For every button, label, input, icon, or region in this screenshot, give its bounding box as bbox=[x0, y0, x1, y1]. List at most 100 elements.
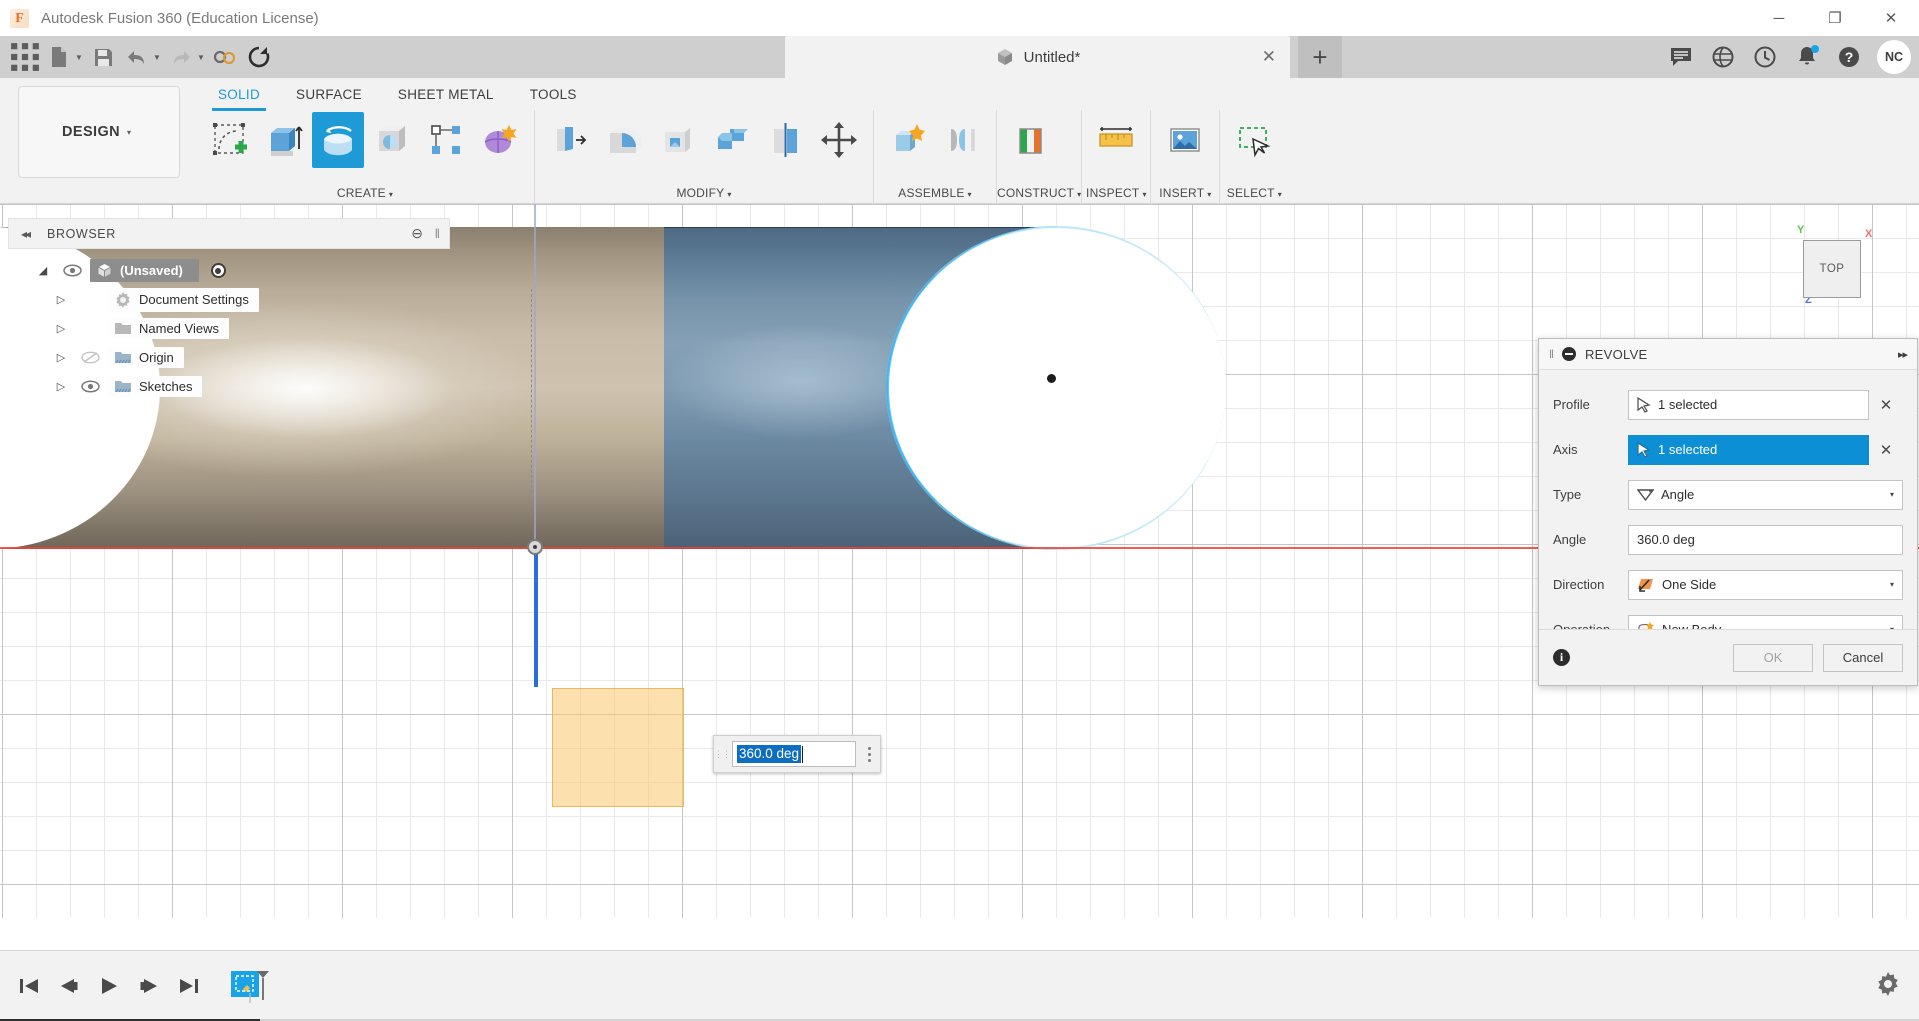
angle-field[interactable]: 360.0 deg bbox=[1628, 524, 1903, 555]
tree-node-origin[interactable]: ▷ Origin bbox=[50, 343, 259, 372]
expand-arrow-icon[interactable]: ◢ bbox=[32, 264, 54, 277]
origin-point[interactable] bbox=[527, 539, 543, 555]
tree-node-unsaved[interactable]: ◢ (Unsaved) bbox=[32, 256, 259, 285]
revolve-dialog-titlebar[interactable]: ‖ REVOLVE ▸▸ bbox=[1539, 339, 1917, 370]
maximize-button[interactable]: ❐ bbox=[1807, 0, 1863, 36]
angle-input[interactable]: 360.0 deg bbox=[732, 741, 856, 767]
undo-caret-icon[interactable]: ▼ bbox=[150, 53, 164, 62]
undo-icon[interactable] bbox=[120, 40, 154, 74]
select-tool[interactable] bbox=[1228, 112, 1280, 168]
step-forward-icon[interactable] bbox=[132, 969, 166, 1003]
play-icon[interactable] bbox=[92, 969, 126, 1003]
view-cube-face-top[interactable]: TOP bbox=[1803, 240, 1861, 298]
revolve-dialog[interactable]: ‖ REVOLVE ▸▸ Profile 1 selected ✕ Axis 1… bbox=[1538, 338, 1918, 686]
tab-surface[interactable]: SURFACE bbox=[278, 82, 380, 111]
new-file-icon[interactable] bbox=[42, 40, 76, 74]
panel-label-construct[interactable]: CONSTRUCT ▾ bbox=[997, 186, 1081, 204]
expand-arrow-icon[interactable]: ▷ bbox=[50, 293, 72, 306]
recent-icon[interactable] bbox=[1745, 37, 1785, 77]
split-face-tool[interactable] bbox=[759, 112, 811, 168]
notifications-icon[interactable] bbox=[1787, 37, 1827, 77]
measure-tool[interactable] bbox=[1090, 112, 1142, 168]
revolve-tool[interactable] bbox=[312, 112, 364, 168]
help-icon[interactable]: ? bbox=[1829, 37, 1869, 77]
type-dropdown[interactable]: Angle ▾ bbox=[1628, 479, 1903, 510]
move-copy-tool[interactable] bbox=[813, 112, 865, 168]
fillet-tool[interactable] bbox=[597, 112, 649, 168]
panel-label-select[interactable]: SELECT ▾ bbox=[1220, 186, 1288, 204]
tree-label-document-settings[interactable]: Document Settings bbox=[108, 287, 259, 312]
tree-label-origin[interactable]: Origin bbox=[108, 347, 184, 368]
app-grid-icon[interactable] bbox=[8, 40, 42, 74]
tree-node-document-settings[interactable]: ▷ Document Settings bbox=[50, 285, 259, 314]
z-axis[interactable] bbox=[534, 547, 538, 687]
save-icon[interactable] bbox=[86, 40, 120, 74]
dialog-grip-icon[interactable]: ‖ bbox=[1549, 347, 1554, 361]
redo-caret-icon[interactable]: ▼ bbox=[194, 53, 208, 62]
expand-dialog-icon[interactable]: ▸▸ bbox=[1898, 348, 1908, 361]
panel-label-inspect[interactable]: INSPECT ▾ bbox=[1082, 186, 1150, 204]
sweep-tool[interactable] bbox=[366, 112, 418, 168]
help-globe-icon[interactable] bbox=[1703, 37, 1743, 77]
joint-tool[interactable] bbox=[936, 112, 988, 168]
extrude-tool[interactable] bbox=[258, 112, 310, 168]
avatar[interactable]: NC bbox=[1877, 40, 1911, 74]
more-options-icon[interactable] bbox=[858, 746, 880, 762]
dimension-input-box[interactable]: ⋮⋮ 360.0 deg bbox=[713, 735, 881, 773]
redo-icon[interactable] bbox=[164, 40, 198, 74]
panel-label-create[interactable]: CREATE ▾ bbox=[196, 186, 534, 204]
close-tab-icon[interactable]: ✕ bbox=[1262, 47, 1276, 67]
tab-tools[interactable]: TOOLS bbox=[512, 82, 595, 111]
comments-icon[interactable] bbox=[1661, 37, 1701, 77]
timeline-settings-icon[interactable] bbox=[1875, 971, 1901, 1002]
tree-node-sketches[interactable]: ▷ Sketches bbox=[50, 372, 259, 401]
eye-icon[interactable] bbox=[60, 264, 84, 277]
panel-label-insert[interactable]: INSERT ▾ bbox=[1151, 186, 1219, 204]
new-file-caret-icon[interactable]: ▼ bbox=[72, 53, 86, 62]
new-tab-button[interactable]: + bbox=[1298, 36, 1342, 78]
ok-button[interactable]: OK bbox=[1733, 643, 1813, 672]
clear-axis-icon[interactable]: ✕ bbox=[1869, 441, 1903, 459]
refresh-icon[interactable] bbox=[242, 40, 276, 74]
drag-handle-icon[interactable]: ⋮⋮ bbox=[714, 736, 731, 772]
view-cube[interactable]: Y X Z TOP bbox=[1783, 222, 1879, 318]
profile-selection-field[interactable]: 1 selected bbox=[1628, 389, 1869, 420]
press-pull-tool[interactable] bbox=[543, 112, 595, 168]
expand-arrow-icon[interactable]: ▷ bbox=[50, 380, 72, 393]
offset-plane-tool[interactable] bbox=[1005, 112, 1057, 168]
eye-hidden-icon[interactable] bbox=[78, 351, 102, 364]
direction-dropdown[interactable]: One Side ▾ bbox=[1628, 569, 1903, 600]
info-icon[interactable]: i bbox=[1553, 649, 1570, 666]
pattern-tool[interactable] bbox=[420, 112, 472, 168]
panel-label-assemble[interactable]: ASSEMBLE ▾ bbox=[874, 186, 996, 204]
radio-icon[interactable] bbox=[210, 263, 226, 278]
go-to-end-icon[interactable] bbox=[172, 969, 206, 1003]
expand-arrow-icon[interactable]: ▷ bbox=[50, 351, 72, 364]
sketch-profile[interactable] bbox=[552, 688, 684, 807]
go-to-beginning-icon[interactable] bbox=[12, 969, 46, 1003]
collapse-browser-icon[interactable]: ◂◂ bbox=[21, 227, 31, 241]
tree-label-sketches[interactable]: Sketches bbox=[108, 376, 203, 397]
insert-image-tool[interactable] bbox=[1159, 112, 1211, 168]
tab-sheet-metal[interactable]: SHEET METAL bbox=[380, 82, 512, 111]
minimize-button[interactable]: ─ bbox=[1751, 0, 1807, 36]
tree-label-named-views[interactable]: Named Views bbox=[108, 318, 229, 339]
tree-label-unsaved[interactable]: (Unsaved) bbox=[90, 259, 199, 282]
step-back-icon[interactable] bbox=[52, 969, 86, 1003]
expand-arrow-icon[interactable]: ▷ bbox=[50, 322, 72, 335]
eye-icon[interactable] bbox=[78, 380, 102, 393]
panel-label-modify[interactable]: MODIFY ▾ bbox=[535, 186, 873, 204]
create-sketch-tool[interactable] bbox=[204, 112, 256, 168]
new-component-tool[interactable] bbox=[882, 112, 934, 168]
shell-tool[interactable] bbox=[651, 112, 703, 168]
form-tool[interactable] bbox=[474, 112, 526, 168]
collapse-dialog-icon[interactable] bbox=[1561, 347, 1576, 361]
cancel-button[interactable]: Cancel bbox=[1823, 643, 1903, 672]
tab-solid[interactable]: SOLID bbox=[200, 82, 278, 111]
selection-point[interactable] bbox=[1047, 374, 1056, 383]
close-button[interactable]: ✕ bbox=[1863, 0, 1919, 36]
relationships-icon[interactable] bbox=[208, 40, 242, 74]
browser-grip-icon[interactable]: ‖ bbox=[435, 226, 440, 241]
combine-tool[interactable] bbox=[705, 112, 757, 168]
clear-profile-icon[interactable]: ✕ bbox=[1869, 396, 1903, 414]
